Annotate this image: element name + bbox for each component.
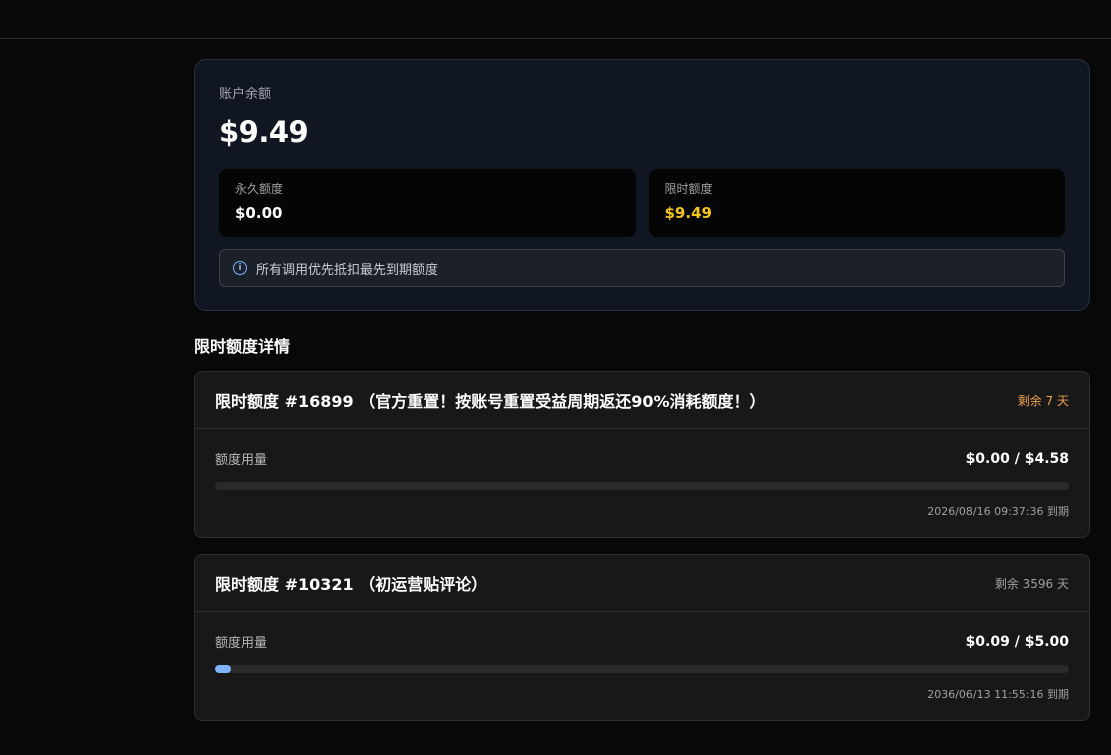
usage-progress-fill [215,665,231,673]
limited-quota-box: 限时额度 $9.49 [648,169,1065,237]
info-notice: i 所有调用优先抵扣最先到期额度 [219,249,1065,287]
quota-body: 额度用量 $0.00 / $4.58 2026/08/16 09:37:36 到… [195,429,1089,519]
section-title: 限时额度详情 [194,337,291,356]
usage-progress-bar [215,482,1069,490]
balance-breakdown: 永久额度 $0.00 限时额度 $9.49 [219,169,1065,237]
info-notice-text: 所有调用优先抵扣最先到期额度 [256,262,439,278]
usage-row: 额度用量 $0.00 / $4.58 [215,449,1069,469]
quota-body: 额度用量 $0.09 / $5.00 2036/06/13 11:55:16 到… [195,612,1089,702]
usage-label: 额度用量 [215,453,268,468]
permanent-quota-box: 永久额度 $0.00 [219,169,636,237]
quota-title: 限时额度 #16899 （官方重置！按账号重置受益周期返还90%消耗额度！） [215,392,766,411]
quota-header: 限时额度 #16899 （官方重置！按账号重置受益周期返还90%消耗额度！） 剩… [195,372,1089,429]
top-bar [0,0,1111,39]
usage-progress-bar [215,665,1069,673]
balance-label: 账户余额 [219,87,272,102]
info-icon: i [233,261,247,275]
usage-value: $0.09 / $5.00 [965,633,1069,650]
permanent-quota-value: $0.00 [235,204,283,222]
usage-value: $0.00 / $4.58 [965,450,1069,467]
expiry-date: 2026/08/16 09:37:36 到期 [927,505,1069,518]
usage-label: 额度用量 [215,636,268,651]
balance-card: 账户余额 $9.49 永久额度 $0.00 限时额度 $9.49 i 所有调用优… [194,59,1090,311]
quota-remaining-badge: 剩余 3596 天 [994,576,1069,591]
quota-card: 限时额度 #10321 （初运营贴评论） 剩余 3596 天 额度用量 $0.0… [194,554,1090,721]
balance-value: $9.49 [219,115,309,149]
permanent-quota-label: 永久额度 [235,182,284,196]
quota-title: 限时额度 #10321 （初运营贴评论） [215,575,488,594]
expiry-date: 2036/06/13 11:55:16 到期 [927,688,1069,701]
limited-quota-value: $9.49 [664,204,712,222]
quota-card: 限时额度 #16899 （官方重置！按账号重置受益周期返还90%消耗额度！） 剩… [194,371,1090,538]
usage-row: 额度用量 $0.09 / $5.00 [215,632,1069,652]
quota-remaining-badge: 剩余 7 天 [1017,393,1069,408]
quota-header: 限时额度 #10321 （初运营贴评论） 剩余 3596 天 [195,555,1089,612]
limited-quota-label: 限时额度 [664,182,713,196]
main-content: 账户余额 $9.49 永久额度 $0.00 限时额度 $9.49 i 所有调用优… [194,59,1090,721]
